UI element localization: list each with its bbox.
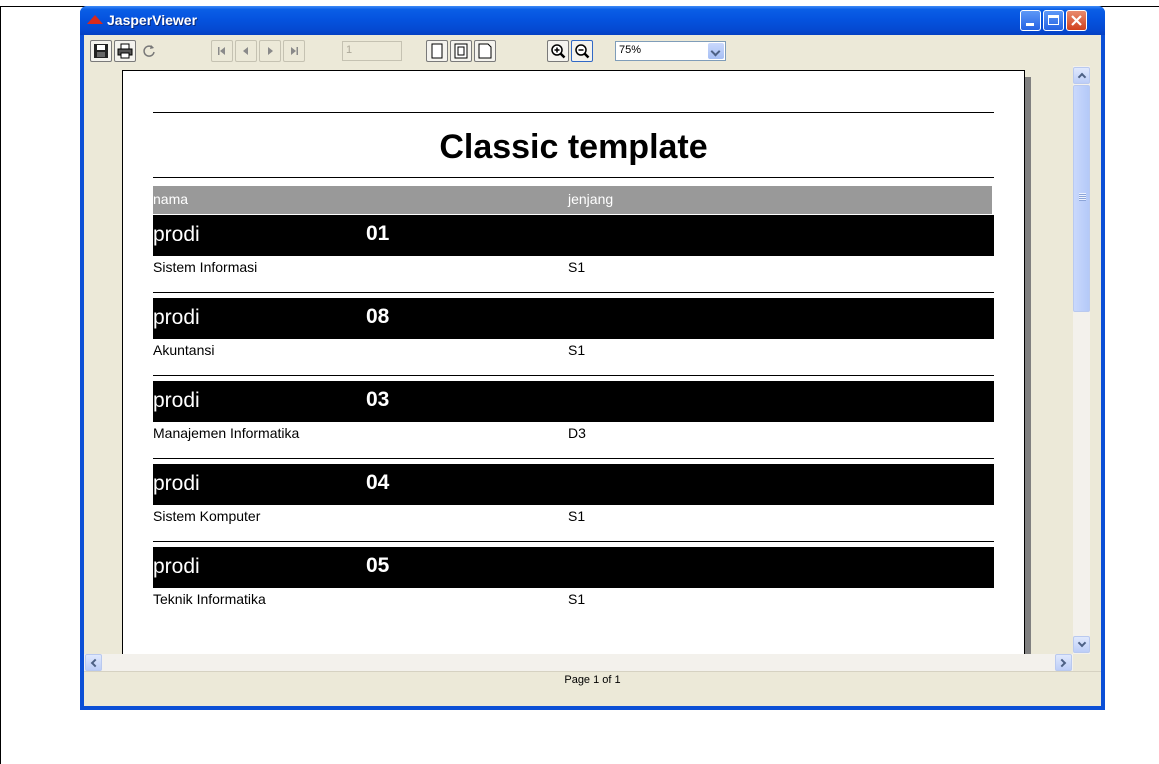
vertical-scroll-thumb[interactable] (1073, 85, 1090, 312)
group-code: 01 (366, 222, 390, 245)
reload-button[interactable] (138, 40, 160, 62)
save-icon (94, 44, 108, 58)
group-divider (153, 292, 994, 293)
title-bar[interactable]: JasperViewer (80, 6, 1105, 35)
report-viewport[interactable]: Classic template nama jenjang prodi 01 S… (84, 66, 1073, 654)
horizontal-scrollbar[interactable] (84, 654, 1073, 671)
detail-nama: Akuntansi (153, 342, 215, 358)
zoom-out-icon (575, 44, 590, 59)
minimize-icon (1026, 23, 1034, 26)
fit-width-icon (478, 43, 492, 59)
previous-page-icon (243, 47, 248, 55)
grip-icon (1079, 193, 1086, 201)
group-label: prodi (153, 472, 200, 495)
group-label: prodi (153, 555, 200, 578)
window-client: 1 75% Classic template nama jenjang prod… (84, 35, 1101, 706)
status-bar: Page 1 of 1 (84, 671, 1101, 689)
page-border-left (0, 6, 1, 764)
zoom-value: 75% (619, 44, 642, 56)
save-button[interactable] (90, 40, 112, 62)
last-page-button[interactable] (283, 40, 305, 62)
fit-page-button[interactable] (450, 40, 472, 62)
jasper-viewer-window: JasperViewer 1 75% Classic template nama… (80, 6, 1105, 710)
column-header: nama jenjang (153, 186, 992, 214)
scroll-right-button[interactable] (1055, 654, 1072, 671)
next-page-icon (268, 47, 273, 55)
print-icon (117, 43, 133, 59)
first-page-icon (218, 47, 225, 55)
maximize-icon (1048, 15, 1059, 25)
detail-jenjang: S1 (568, 259, 586, 275)
window-title: JasperViewer (107, 12, 198, 28)
group-label: prodi (153, 306, 200, 329)
detail-nama: Manajemen Informatika (153, 425, 300, 441)
page-status-text: Page 1 of 1 (564, 674, 621, 686)
detail-nama: Sistem Komputer (153, 508, 261, 524)
reload-icon (143, 45, 155, 57)
fit-width-button[interactable] (474, 40, 496, 62)
detail-row: Teknik Informatika S1 (153, 589, 994, 611)
fit-page-icon (454, 43, 468, 59)
column-header-jenjang: jenjang (568, 191, 614, 207)
group-header: prodi 03 (153, 381, 994, 422)
detail-row: Akuntansi S1 (153, 340, 994, 362)
group-label: prodi (153, 389, 200, 412)
actual-size-icon (431, 43, 443, 59)
group-code: 03 (366, 388, 390, 411)
previous-page-button[interactable] (235, 40, 257, 62)
scrollbar-corner (1073, 654, 1090, 671)
window-bottom-band (84, 688, 1101, 706)
maximize-button[interactable] (1043, 10, 1064, 31)
group-header: prodi 01 (153, 215, 994, 256)
group-code: 05 (366, 554, 390, 577)
scroll-up-button[interactable] (1073, 67, 1090, 84)
detail-nama: Sistem Informasi (153, 259, 258, 275)
group-code: 08 (366, 305, 390, 328)
detail-row: Sistem Informasi S1 (153, 257, 994, 279)
group-header: prodi 04 (153, 464, 994, 505)
detail-jenjang: S1 (568, 508, 586, 524)
group-code: 04 (366, 471, 390, 494)
zoom-select[interactable]: 75% (615, 41, 726, 61)
jasper-logo-icon (87, 15, 103, 24)
minimize-button[interactable] (1020, 10, 1041, 31)
group-label: prodi (153, 223, 200, 246)
title-top-rule (153, 112, 994, 113)
detail-jenjang: S1 (568, 591, 586, 607)
next-page-button[interactable] (259, 40, 281, 62)
scroll-down-button[interactable] (1073, 636, 1090, 653)
title-bottom-rule (153, 177, 994, 178)
report-page: Classic template nama jenjang prodi 01 S… (122, 70, 1025, 654)
first-page-button[interactable] (211, 40, 233, 62)
detail-nama: Teknik Informatika (153, 591, 266, 607)
detail-row: Manajemen Informatika D3 (153, 423, 994, 445)
zoom-in-icon (551, 44, 566, 59)
toolbar: 1 75% (84, 35, 1101, 66)
detail-jenjang: S1 (568, 342, 586, 358)
group-divider (153, 458, 994, 459)
group-header: prodi 05 (153, 547, 994, 588)
zoom-out-button[interactable] (571, 40, 593, 62)
group-header: prodi 08 (153, 298, 994, 339)
actual-size-button[interactable] (426, 40, 448, 62)
column-header-nama: nama (153, 191, 189, 207)
chevron-down-icon[interactable] (708, 43, 724, 59)
print-button[interactable] (114, 40, 136, 62)
detail-row: Sistem Komputer S1 (153, 506, 994, 528)
close-icon (1071, 15, 1082, 26)
group-divider (153, 541, 994, 542)
last-page-icon (291, 47, 298, 55)
scroll-left-button[interactable] (85, 654, 102, 671)
zoom-in-button[interactable] (547, 40, 569, 62)
vertical-scrollbar[interactable] (1073, 66, 1090, 654)
report-title: Classic template (439, 128, 708, 166)
close-button[interactable] (1066, 10, 1087, 31)
page-number-field[interactable]: 1 (342, 41, 402, 61)
group-divider (153, 375, 994, 376)
detail-jenjang: D3 (568, 425, 586, 441)
